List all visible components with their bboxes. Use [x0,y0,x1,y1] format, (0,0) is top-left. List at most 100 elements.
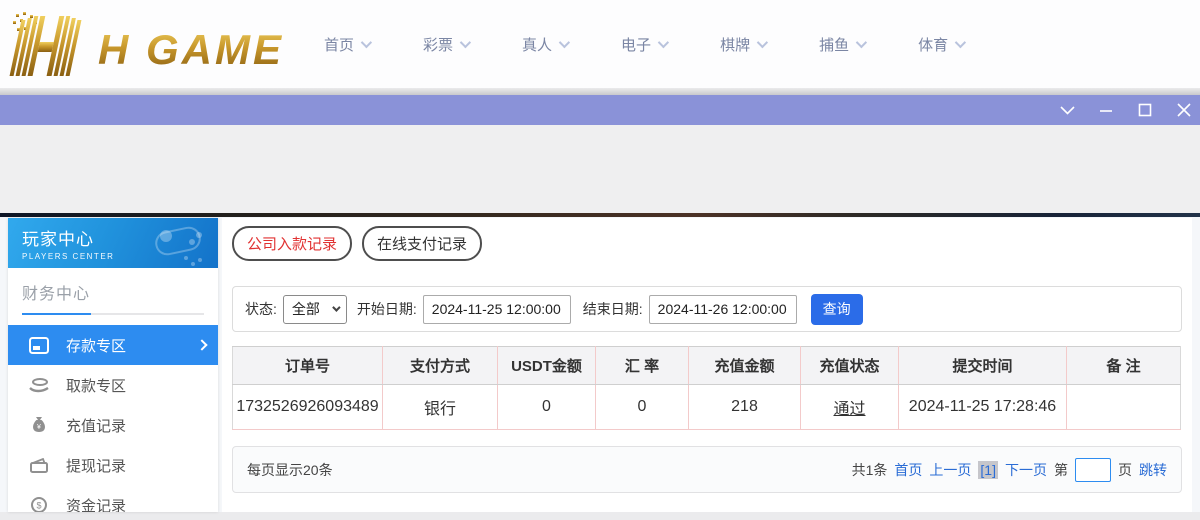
filter-bar: 状态: 全部 开始日期: 结束日期: 查询 [232,286,1182,332]
records-panel: 公司入款记录 在线支付记录 状态: 全部 开始日期: 结束日期: 查询 订单号 … [222,218,1192,512]
cell-recharge-amount: 218 [689,385,801,430]
chevron-down-icon [332,303,340,311]
chevron-down-icon [757,37,768,48]
sidebar-item-withdrawal-records[interactable]: 提现记录 [8,445,218,485]
sidebar-item-deposit-zone[interactable]: 存款专区 [8,325,218,365]
current-page-indicator: [1] [978,461,998,479]
first-page-link[interactable]: 首页 [894,460,922,480]
nav-item-sports[interactable]: 体育 [918,34,963,55]
jump-suffix-text: 页 [1118,460,1132,480]
chevron-right-icon [196,339,207,350]
nav-item-chess[interactable]: 棋牌 [720,34,765,55]
status-select[interactable]: 全部 [283,295,347,324]
logo-text: H GAME [98,26,284,73]
start-date-label: 开始日期: [357,299,417,319]
col-remark: 备 注 [1067,347,1181,385]
col-exchange-rate: 汇 率 [596,347,689,385]
cell-submit-time: 2024-11-25 17:28:46 [899,385,1067,430]
section-underline [22,313,204,315]
cell-exchange-rate: 0 [596,385,689,430]
sidebar-item-funds-records[interactable]: $ 资金记录 [8,485,218,512]
nav-item-fishing[interactable]: 捕鱼 [819,34,864,55]
main-nav: 首页 彩票 真人 电子 棋牌 捕鱼 体育 [324,34,963,55]
chevron-down-icon [460,37,471,48]
hh-game-logo[interactable]: H GAME [6,7,306,81]
nav-label: 彩票 [423,34,453,55]
query-button[interactable]: 查询 [811,294,863,325]
nav-label: 捕鱼 [819,34,849,55]
status-passed-link[interactable]: 通过 [833,401,865,418]
finance-section: 财务中心 [8,268,218,315]
sidebar-item-label: 取款专区 [66,375,126,396]
chevron-down-icon [559,37,570,48]
cell-pay-method: 银行 [383,385,498,430]
nav-label: 电子 [621,34,651,55]
end-date-input[interactable] [649,295,797,324]
nav-label: 首页 [324,34,354,55]
close-icon[interactable] [1176,102,1192,118]
sidebar-header: 玩家中心 PLAYERS CENTER [8,218,218,268]
player-center-sidebar: 玩家中心 PLAYERS CENTER 财务中心 存款专区 [8,218,218,512]
chevron-down-icon [658,37,669,48]
tab-company-deposit-records[interactable]: 公司入款记录 [232,226,352,261]
cell-recharge-status: 通过 [801,385,899,430]
table-row: 1732526926093489 银行 0 0 218 通过 2024-11-2… [233,385,1181,430]
pagination-bar: 每页显示20条 共1条 首页 上一页 [1] 下一页 第 页 跳转 [232,446,1182,493]
end-date-label: 结束日期: [583,299,643,319]
nav-item-slots[interactable]: 电子 [621,34,666,55]
cell-order-no: 1732526926093489 [233,385,383,430]
record-tabs: 公司入款记录 在线支付记录 [232,226,1182,261]
minimize-icon[interactable] [1098,102,1114,118]
finance-section-title: 财务中心 [22,280,204,304]
nav-item-live[interactable]: 真人 [522,34,567,55]
nav-item-home[interactable]: 首页 [324,34,369,55]
col-pay-method: 支付方式 [383,347,498,385]
nav-label: 体育 [918,34,948,55]
start-date-input[interactable] [423,295,571,324]
sidebar-item-recharge-records[interactable]: ¥ 充值记录 [8,405,218,445]
chevron-down-icon [856,37,867,48]
cell-usdt-amount: 0 [498,385,596,430]
col-recharge-status: 充值状态 [801,347,899,385]
empty-content-zone [0,125,1200,213]
pagination-controls: 共1条 首页 上一页 [1] 下一页 第 页 跳转 [852,458,1167,482]
withdraw-hand-icon [28,376,50,394]
col-submit-time: 提交时间 [899,347,1067,385]
deposit-records-table: 订单号 支付方式 USDT金额 汇 率 充值金额 充值状态 提交时间 备 注 1… [232,346,1181,430]
window-titlebar [0,95,1200,125]
tab-online-payment-records[interactable]: 在线支付记录 [362,226,482,261]
gamepad-icon [142,220,214,266]
collapse-chevron-icon[interactable] [1059,102,1075,118]
cell-remark [1067,385,1181,430]
wallet-icon [28,456,50,474]
maximize-icon[interactable] [1137,102,1153,118]
prev-page-link[interactable]: 上一页 [929,460,971,480]
nav-label: 棋牌 [720,34,750,55]
svg-text:¥: ¥ [37,424,41,431]
status-label: 状态: [245,299,277,319]
table-header-row: 订单号 支付方式 USDT金额 汇 率 充值金额 充值状态 提交时间 备 注 [233,347,1181,385]
nav-label: 真人 [522,34,552,55]
total-count-text: 共1条 [852,460,888,480]
page-number-input[interactable] [1075,458,1111,482]
svg-text:$: $ [36,500,41,510]
deposit-card-icon [28,336,50,354]
sidebar-item-withdraw-zone[interactable]: 取款专区 [8,365,218,405]
coins-icon: $ [28,496,50,512]
col-order-no: 订单号 [233,347,383,385]
sidebar-menu: 存款专区 取款专区 ¥ 充值记录 提现记录 $ 资金记录 [8,325,218,512]
jump-prefix-text: 第 [1054,460,1068,480]
bottom-strip [0,512,1200,520]
sidebar-item-label: 资金记录 [66,495,126,513]
nav-item-lottery[interactable]: 彩票 [423,34,468,55]
header-shadow-strip [0,88,1200,95]
sidebar-item-label: 提现记录 [66,455,126,476]
jump-button[interactable]: 跳转 [1139,460,1167,480]
status-select-value: 全部 [292,299,320,319]
chevron-down-icon [955,37,966,48]
next-page-link[interactable]: 下一页 [1005,460,1047,480]
top-header: H GAME 首页 彩票 真人 电子 棋牌 捕鱼 体育 [0,0,1200,88]
col-usdt-amount: USDT金额 [498,347,596,385]
sidebar-item-label: 存款专区 [66,335,126,356]
money-bag-icon: ¥ [28,416,50,434]
